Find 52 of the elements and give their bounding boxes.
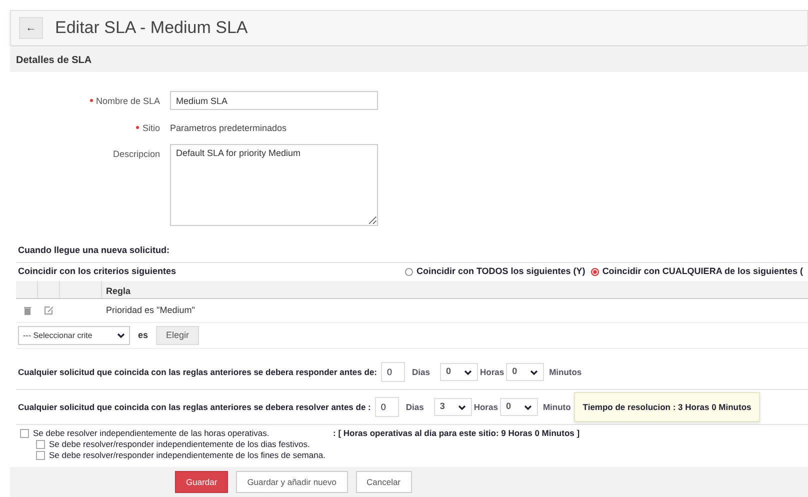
page-title: Editar SLA - Medium SLA	[55, 17, 248, 40]
secondary-button[interactable]: Guardar y añadir nuevo	[236, 471, 348, 493]
number-dropdown[interactable]: 0	[500, 398, 538, 416]
number-dropdown[interactable]: 0	[440, 363, 478, 381]
checkbox-label: Se debe resolver/responder independientemente de los fines de semana.	[49, 449, 326, 462]
field-label: Descripcion	[112, 148, 160, 161]
description-field[interactable]: Default SLA for priority Medium	[170, 144, 378, 226]
checkbox-label: Se debe resolver independientemente de las horas operativas.	[33, 426, 270, 440]
operating-hours-note: : [ Horas operativas al dia para este sitio: 9 Horas 0 Minutos ]	[333, 426, 580, 440]
chevron-icon	[464, 370, 472, 374]
site-value: Parametros predeterminados	[170, 122, 287, 135]
field-label: Sitio	[142, 122, 160, 135]
chevron-icon	[524, 404, 532, 410]
days-field[interactable]: 0	[374, 397, 399, 417]
deadline-label: Cualquier solicitud que coincida con las reglas anteriores se debera responder antes de:	[18, 366, 378, 378]
secondary-button[interactable]: Cancelar	[356, 471, 412, 493]
deadline-label: Cualquier solicitud que coincida con las reglas anteriores se debera resolver antes de :	[18, 400, 371, 414]
connector-text: es	[138, 328, 148, 342]
name-field[interactable]: Medium SLA	[170, 91, 378, 110]
radio-button[interactable]	[405, 268, 414, 276]
save-button[interactable]: Guardar	[175, 471, 228, 493]
unit-label: Dias	[406, 400, 424, 414]
chevron-icon	[458, 404, 466, 410]
trash-icon[interactable]	[24, 306, 30, 314]
back-button[interactable]: ←	[19, 17, 43, 39]
rules-heading: Cuando llegue una nueva solicitud:	[18, 244, 171, 257]
section-title: Detalles de SLA	[16, 54, 92, 68]
radio-label: Coincidir con CUALQUIERA de los siguientes (	[602, 265, 803, 278]
chevron-icon	[530, 370, 538, 374]
resolution-tooltip: Tiempo de resolucion : 3 Horas 0 Minutos	[574, 392, 760, 422]
unit-label: Minutos	[549, 366, 582, 378]
days-field[interactable]: 0	[381, 362, 406, 382]
radio-label: Coincidir con TODOS los siguientes (Y)	[416, 265, 586, 278]
number-dropdown[interactable]: 3	[434, 398, 472, 416]
choose-button[interactable]: Elegir	[156, 326, 200, 345]
unit-label: Horas	[474, 400, 498, 414]
field-label: Nombre de SLA	[96, 95, 160, 108]
chevron-icon	[117, 333, 125, 338]
checkbox-label: Se debe resolver/responder independientemente de los dias festivos.	[49, 438, 310, 451]
unit-label: Horas	[480, 366, 504, 378]
criteria-title: Coincidir con los criterios siguientes	[18, 265, 178, 278]
unit-label: Minuto	[542, 400, 571, 414]
edit-icon[interactable]	[44, 306, 54, 315]
checkbox[interactable]	[20, 428, 29, 438]
radio-button[interactable]	[591, 268, 600, 276]
unit-label: Dias	[412, 366, 430, 378]
column-header: Regla	[105, 285, 131, 298]
checkbox[interactable]	[36, 440, 45, 449]
rule-cell-text: Prioridad es "Medium"	[106, 304, 195, 317]
number-dropdown[interactable]: 0	[506, 363, 544, 381]
checkbox[interactable]	[36, 451, 45, 460]
criteria-dropdown[interactable]: --- Seleccionar crite	[18, 326, 130, 345]
